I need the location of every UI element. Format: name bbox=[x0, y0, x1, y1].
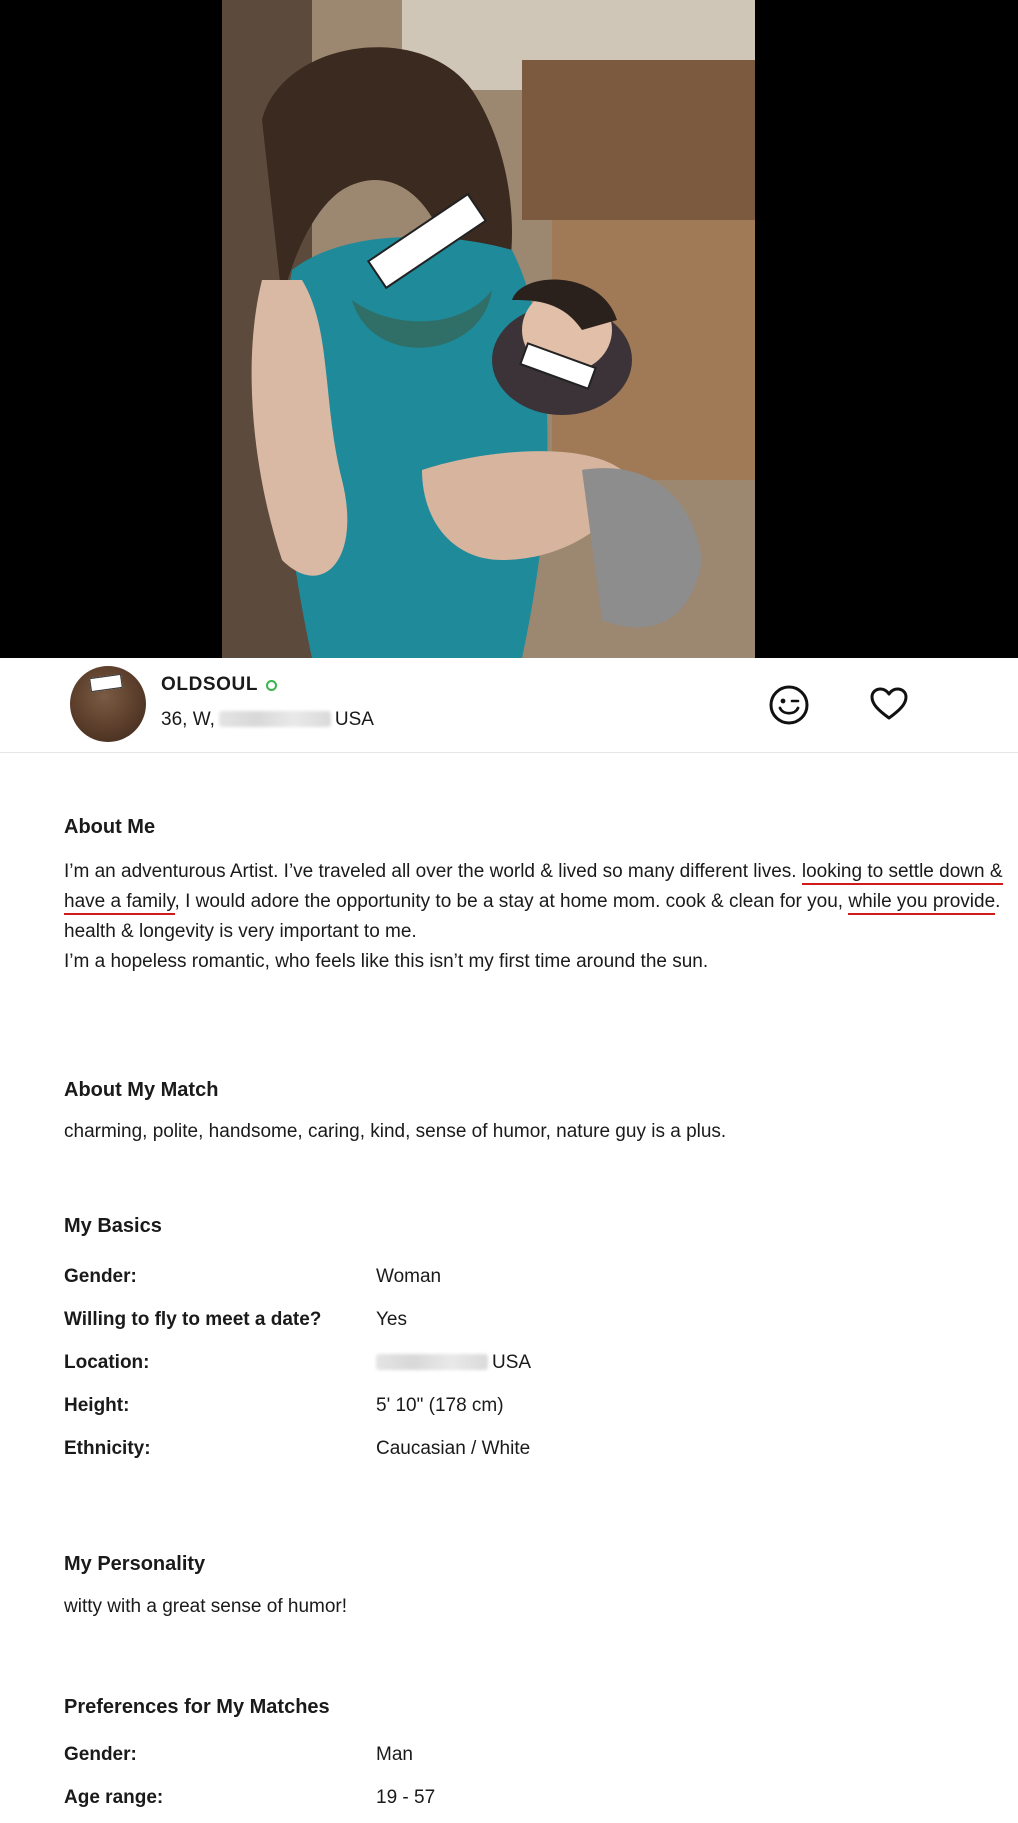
about-match-section: About My Match charming, polite, handsom… bbox=[64, 1079, 1008, 1147]
basics-value: Woman bbox=[376, 1265, 442, 1287]
basics-label: Location: bbox=[64, 1351, 150, 1373]
basics-label: Height: bbox=[64, 1394, 130, 1416]
personality-section: My Personality witty with a great sense … bbox=[64, 1553, 1008, 1622]
profile-header: OLDSOUL 36, W, USA bbox=[0, 658, 1018, 753]
basics-row: Location: USA bbox=[64, 1341, 1008, 1384]
section-title: My Basics bbox=[64, 1215, 162, 1237]
username[interactable]: OLDSOUL bbox=[161, 674, 258, 696]
blurred-city bbox=[218, 711, 331, 727]
about-me-line: health & longevity is very important to … bbox=[64, 921, 417, 942]
basics-list: Gender: Woman Willing to fly to meet a d… bbox=[64, 1255, 1008, 1470]
avatar[interactable] bbox=[70, 666, 146, 742]
blurred-city bbox=[376, 1353, 488, 1370]
profile-photo-viewer bbox=[0, 0, 1018, 658]
basics-value: USA bbox=[376, 1352, 531, 1374]
preferences-value: Man bbox=[376, 1743, 413, 1765]
basics-row: Height: 5' 10" (178 cm) bbox=[64, 1384, 1008, 1427]
basics-label: Willing to fly to meet a date? bbox=[64, 1308, 322, 1330]
location-country: USA bbox=[492, 1351, 532, 1373]
heart-outline-icon bbox=[870, 687, 908, 720]
about-me-text-1: I’m an adventurous Artist. I’ve traveled… bbox=[64, 861, 797, 882]
preferences-row: Age range: 19 - 57 bbox=[64, 1776, 1008, 1819]
basics-row: Ethnicity: Caucasian / White bbox=[64, 1427, 1008, 1470]
favorite-button[interactable] bbox=[868, 684, 910, 726]
basics-section: My Basics Gender: Woman Willing to fly t… bbox=[64, 1215, 1008, 1470]
basics-row: Willing to fly to meet a date? Yes bbox=[64, 1298, 1008, 1341]
preferences-row: Gender: Man bbox=[64, 1733, 1008, 1776]
online-status-icon bbox=[266, 680, 277, 691]
preferences-value: 19 - 57 bbox=[376, 1786, 436, 1808]
basics-value: 5' 10" (178 cm) bbox=[376, 1394, 504, 1416]
section-title: About My Match bbox=[64, 1079, 219, 1101]
personality-text: witty with a great sense of humor! bbox=[64, 1596, 348, 1617]
preferences-label: Gender: bbox=[64, 1743, 137, 1765]
age-gender: 36, W, bbox=[161, 709, 215, 730]
basics-label: Gender: bbox=[64, 1265, 137, 1287]
photo-illustration bbox=[222, 0, 755, 658]
basics-value: Caucasian / White bbox=[376, 1437, 531, 1459]
wink-smiley-icon bbox=[769, 685, 809, 725]
section-title: My Personality bbox=[64, 1553, 206, 1575]
about-me-text-2: , I would adore the opportunity to be a … bbox=[174, 891, 844, 912]
section-title: Preferences for My Matches bbox=[64, 1696, 330, 1718]
preferences-section: Preferences for My Matches Gender: Man A… bbox=[64, 1696, 1008, 1819]
basics-value: Yes bbox=[376, 1308, 407, 1330]
section-title: About Me bbox=[64, 816, 156, 838]
preferences-list: Gender: Man Age range: 19 - 57 bbox=[64, 1733, 1008, 1819]
preferences-label: Age range: bbox=[64, 1786, 164, 1808]
underlined-phrase: while you provide bbox=[848, 891, 996, 915]
wink-button[interactable] bbox=[768, 684, 810, 726]
about-match-text: charming, polite, handsome, caring, kind… bbox=[64, 1121, 727, 1142]
country: USA bbox=[334, 709, 374, 730]
about-me-line: I’m a hopeless romantic, who feels like … bbox=[64, 951, 709, 972]
about-me-text: I’m an adventurous Artist. I’ve traveled… bbox=[64, 857, 1008, 917]
about-me-section: About Me I’m an adventurous Artist. I’ve… bbox=[64, 816, 1008, 977]
profile-meta: 36, W, USA bbox=[161, 709, 374, 731]
basics-label: Ethnicity: bbox=[64, 1437, 151, 1459]
basics-row: Gender: Woman bbox=[64, 1255, 1008, 1298]
profile-photo[interactable] bbox=[222, 0, 755, 658]
about-me-text-3: . bbox=[995, 891, 1001, 912]
